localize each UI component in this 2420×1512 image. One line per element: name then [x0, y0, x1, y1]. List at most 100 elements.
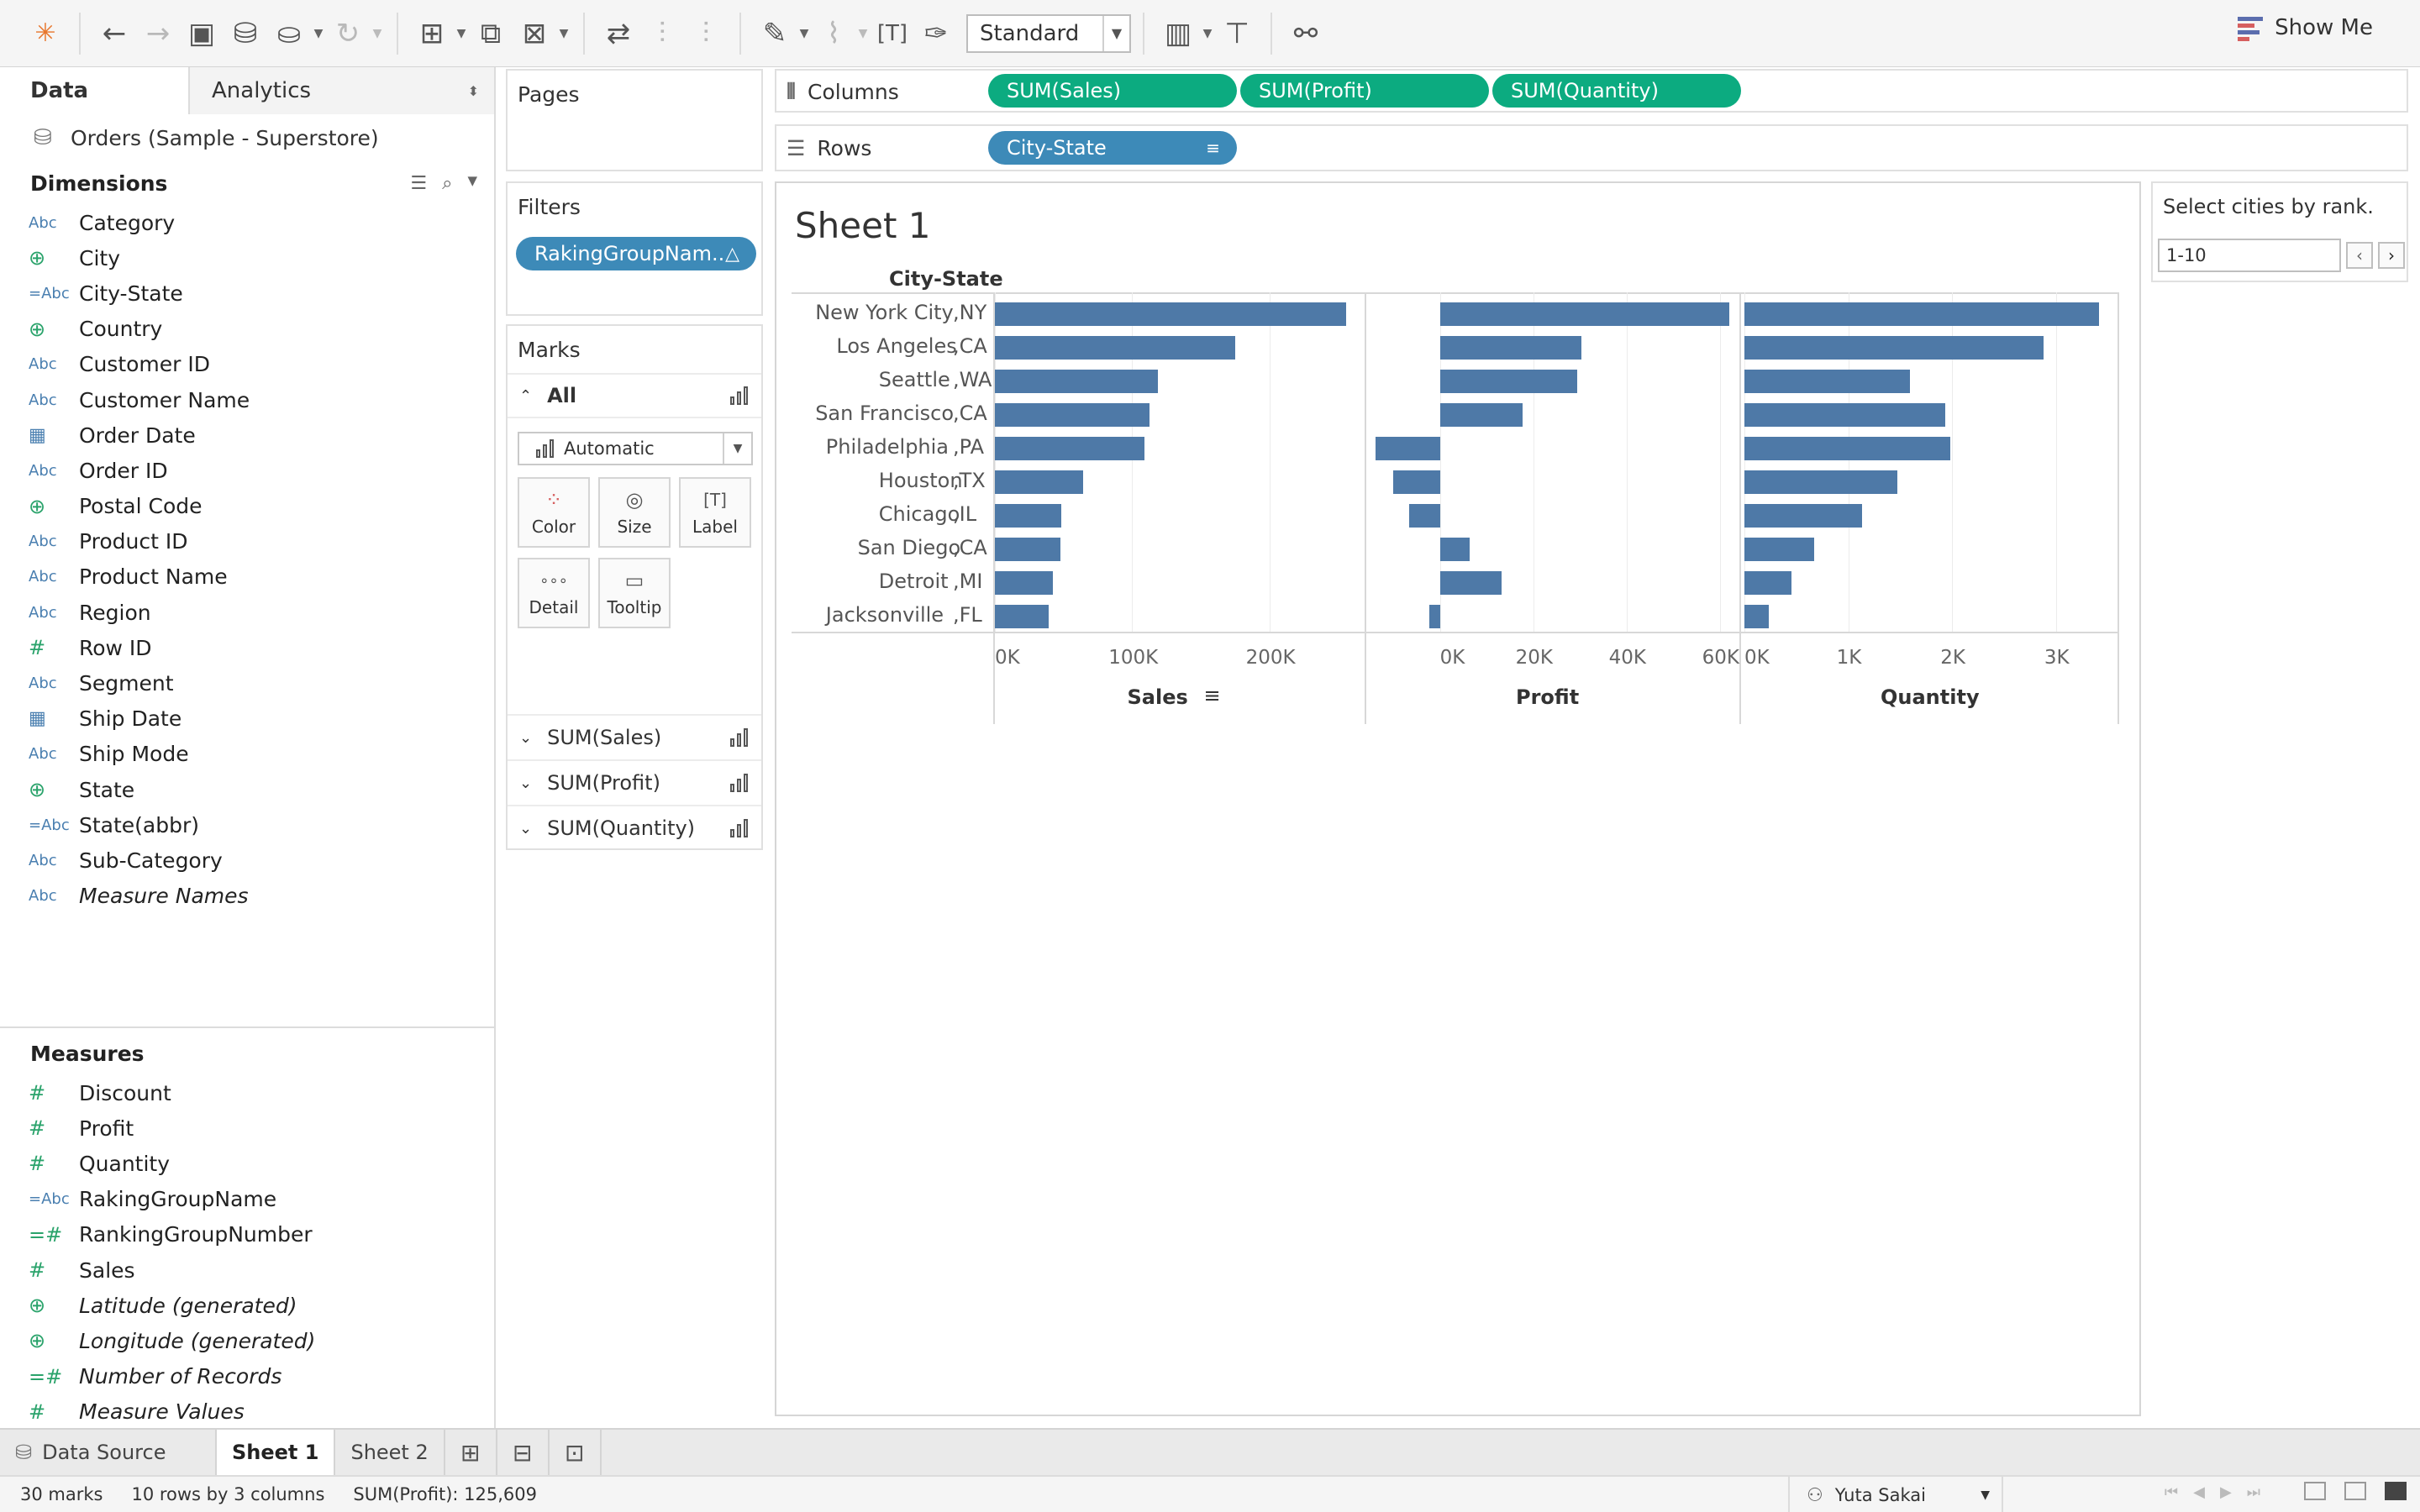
chevron-right-icon[interactable]: ›	[2378, 242, 2405, 269]
bar-profit[interactable]	[1439, 403, 1523, 427]
bar-sales[interactable]	[995, 538, 1061, 561]
tabs-view-icon[interactable]	[2385, 1482, 2407, 1500]
tab-sheet-1[interactable]: Sheet 1	[217, 1430, 336, 1475]
chevron-down-icon[interactable]: ▼	[855, 27, 871, 40]
color-button[interactable]: ⁘ Color	[518, 477, 590, 548]
chevron-down-icon[interactable]: ▼	[311, 27, 326, 40]
dimension-field[interactable]: ⊕ Country	[0, 312, 494, 347]
bar-sales[interactable]	[995, 336, 1235, 360]
row-label-state[interactable]: ,CA	[953, 402, 987, 425]
dimension-field[interactable]: Abc Category	[0, 205, 494, 240]
fit-select[interactable]: Standard ▼	[966, 13, 1131, 53]
row-label-state[interactable]: ,TX	[953, 469, 986, 492]
tab-analytics[interactable]: Analytics ⬍	[190, 67, 494, 114]
prev-sheet-icon[interactable]: ◀	[2193, 1483, 2205, 1501]
row-label-state[interactable]: ,CA	[953, 334, 987, 358]
detail-button[interactable]: ∘∘∘ Detail	[518, 558, 590, 628]
bar-quantity[interactable]	[1744, 336, 2044, 360]
pause-updates-icon[interactable]: ⛀	[267, 10, 311, 57]
list-view-icon[interactable]: ☰	[410, 173, 427, 194]
filters-shelf[interactable]: Filters RakingGroupNam.. △	[506, 181, 763, 316]
row-label-city[interactable]: New York City	[815, 301, 954, 324]
filter-pill[interactable]: RakingGroupNam.. △	[516, 237, 756, 270]
dimension-field[interactable]: Abc Ship Mode	[0, 737, 494, 772]
tooltip-button[interactable]: ▭ Tooltip	[598, 558, 671, 628]
first-sheet-icon[interactable]: ⏮	[2165, 1483, 2178, 1501]
measure-field[interactable]: =Abc RakingGroupName	[0, 1182, 494, 1217]
row-label-state[interactable]: ,FL	[953, 603, 982, 627]
show-me-button[interactable]: Show Me	[2238, 15, 2373, 41]
share-icon[interactable]: ⚯	[1284, 10, 1328, 57]
show-cards-icon[interactable]: ▥	[1156, 10, 1200, 57]
bar-profit[interactable]	[1439, 370, 1577, 393]
swap-rows-columns-icon[interactable]: ⇄	[597, 10, 640, 57]
bar-quantity[interactable]	[1744, 470, 1897, 494]
bar-profit[interactable]	[1439, 571, 1502, 595]
sort-icon[interactable]: ≡	[1204, 684, 1221, 707]
mark-type-select[interactable]: Automatic ▼	[518, 432, 753, 465]
new-dashboard-icon[interactable]: ⊟	[497, 1430, 550, 1475]
row-label-city[interactable]: San Diego	[858, 536, 961, 559]
data-source-item[interactable]: ⛁ Orders (Sample - Superstore)	[0, 114, 494, 161]
pin-icon[interactable]: ✑	[914, 10, 958, 57]
dimension-field[interactable]: =Abc State(abbr)	[0, 807, 494, 843]
measure-field[interactable]: # Quantity	[0, 1146, 494, 1181]
bar-quantity[interactable]	[1744, 403, 1946, 427]
highlight-icon[interactable]: ✎	[753, 10, 797, 57]
column-pill-quantity[interactable]: SUM(Quantity)	[1492, 74, 1741, 108]
row-label-state[interactable]: ,CA	[953, 536, 987, 559]
bar-sales[interactable]	[995, 437, 1144, 460]
bar-quantity[interactable]	[1744, 504, 1862, 528]
measure-field[interactable]: # Profit	[0, 1110, 494, 1146]
measure-field[interactable]: =# Number of Records	[0, 1359, 494, 1394]
label-button[interactable]: [T] Label	[679, 477, 751, 548]
bar-profit[interactable]	[1439, 336, 1582, 360]
axis-title[interactable]: Quantity	[1881, 685, 1980, 709]
dimension-field[interactable]: Abc Segment	[0, 665, 494, 701]
marks-sum-profit-row[interactable]: ⌄ SUM(Profit)	[508, 759, 761, 805]
user-menu[interactable]: ⚇ Yuta Sakai ▼	[1788, 1477, 2003, 1512]
bar-quantity[interactable]	[1744, 302, 2100, 326]
search-icon[interactable]: ⌕	[442, 173, 452, 194]
dimension-field[interactable]: Abc Measure Names	[0, 879, 494, 914]
tab-data-source[interactable]: ⛁ Data Source	[0, 1430, 217, 1475]
rows-shelf[interactable]: ☰ Rows City-State ≡	[775, 124, 2408, 171]
dimension-field[interactable]: ⊕ Postal Code	[0, 489, 494, 524]
tableau-logo-icon[interactable]: ✳	[24, 10, 67, 57]
duplicate-sheet-icon[interactable]: ⧉	[469, 10, 513, 57]
row-label-city[interactable]: Seattle	[879, 368, 950, 391]
measure-field[interactable]: ⊕ Longitude (generated)	[0, 1323, 494, 1358]
tab-sheet-2[interactable]: Sheet 2	[335, 1430, 445, 1475]
bar-sales[interactable]	[995, 403, 1150, 427]
bar-profit[interactable]	[1428, 605, 1440, 628]
chevron-down-icon[interactable]: ▼	[467, 173, 477, 194]
bar-quantity[interactable]	[1744, 370, 1910, 393]
bar-profit[interactable]	[1439, 538, 1470, 561]
chevron-down-icon[interactable]: ▼	[797, 27, 812, 40]
column-pill-profit[interactable]: SUM(Profit)	[1240, 74, 1489, 108]
dimension-field[interactable]: ▦ Ship Date	[0, 701, 494, 737]
refresh-icon[interactable]: ↻	[326, 10, 370, 57]
row-pill-city-state[interactable]: City-State ≡	[988, 131, 1237, 165]
last-sheet-icon[interactable]: ⏭	[2247, 1483, 2260, 1501]
row-label-city[interactable]: Chicago	[879, 502, 960, 526]
dimension-field[interactable]: ⊕ City	[0, 240, 494, 276]
row-label-state[interactable]: ,PA	[953, 435, 984, 459]
dimension-field[interactable]: ⊕ State	[0, 772, 494, 807]
row-label-state[interactable]: ,NY	[953, 301, 986, 324]
show-mark-labels-icon[interactable]: [T]	[871, 10, 914, 57]
bar-quantity[interactable]	[1744, 437, 1950, 460]
presentation-mode-icon[interactable]: ⊤	[1215, 10, 1259, 57]
dimension-field[interactable]: Abc Customer ID	[0, 347, 494, 382]
measure-field[interactable]: # Measure Values	[0, 1394, 494, 1430]
row-label-state[interactable]: ,WA	[953, 368, 992, 391]
rank-input[interactable]: 1-10	[2158, 239, 2341, 272]
size-button[interactable]: ◎ Size	[598, 477, 671, 548]
dimension-field[interactable]: Abc Product Name	[0, 559, 494, 595]
sort-ascending-icon[interactable]: ⫶	[640, 10, 684, 57]
measure-field[interactable]: ⊕ Latitude (generated)	[0, 1288, 494, 1323]
dimension-field[interactable]: ▦ Order Date	[0, 417, 494, 453]
bar-sales[interactable]	[995, 370, 1159, 393]
next-sheet-icon[interactable]: ▶	[2220, 1483, 2232, 1501]
sheet-sorter-icon[interactable]	[2304, 1482, 2326, 1500]
